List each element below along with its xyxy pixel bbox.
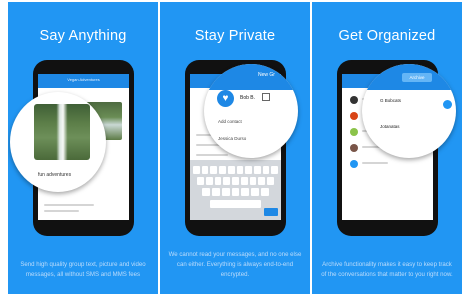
message-line: [44, 204, 94, 206]
lens-app-bar: New Gr: [204, 64, 298, 90]
contact-label[interactable]: Jessica Durso: [218, 136, 246, 141]
avatar: [350, 96, 358, 104]
magnifier-lens: New Gr ♥ Bob B. Add contact Jessica Durs…: [204, 64, 298, 158]
add-contact-label[interactable]: Add contact: [218, 119, 242, 124]
panel-description: We cannot read your messages, and no one…: [168, 251, 302, 278]
contact-name: Bob B.: [240, 95, 256, 101]
panel-title: Get Organized: [338, 28, 436, 44]
app-bar-title: Vegan Adventures: [67, 77, 100, 82]
keyboard[interactable]: [190, 160, 281, 220]
conversation-title[interactable]: G Bobcats: [380, 98, 401, 103]
panel-title: Say Anything: [39, 28, 127, 44]
new-group-title: New Gr: [258, 72, 275, 78]
magnifier-lens: Archive G Bobcats Jotanatas: [362, 64, 456, 158]
panel-title: Stay Private: [194, 28, 276, 44]
magnifier-lens: fun adventures: [10, 92, 106, 192]
message-line: [44, 210, 79, 212]
panel-description: Archive functionality makes it easy to k…: [321, 261, 453, 278]
list-line: [196, 154, 228, 156]
avatar: [350, 112, 358, 120]
avatar: [350, 160, 358, 168]
heart-icon: ♥: [217, 90, 234, 107]
list-line: [362, 162, 388, 164]
archive-toggle[interactable]: [443, 100, 452, 109]
panel-description: Send high quality group text, picture an…: [20, 261, 146, 278]
lens-app-bar: Archive: [362, 64, 456, 90]
panel-say-anything: Say Anything Vegan Adventures fun advent…: [8, 2, 158, 294]
checkbox[interactable]: [262, 93, 270, 101]
archive-tab[interactable]: Archive: [402, 73, 432, 82]
panel-get-organized: Get Organized Archive G Bobcats Jotanata…: [312, 2, 462, 294]
send-key[interactable]: [264, 208, 278, 216]
panel-stay-private: Stay Private New Gr ♥ Bob B. Add contact…: [160, 2, 310, 294]
avatar: [350, 128, 358, 136]
app-bar: Vegan Adventures: [38, 74, 129, 88]
avatar: [350, 144, 358, 152]
photo-caption: fun adventures: [38, 172, 72, 178]
conversation-title[interactable]: Jotanatas: [380, 124, 400, 129]
waterfall-photo: [34, 104, 90, 160]
